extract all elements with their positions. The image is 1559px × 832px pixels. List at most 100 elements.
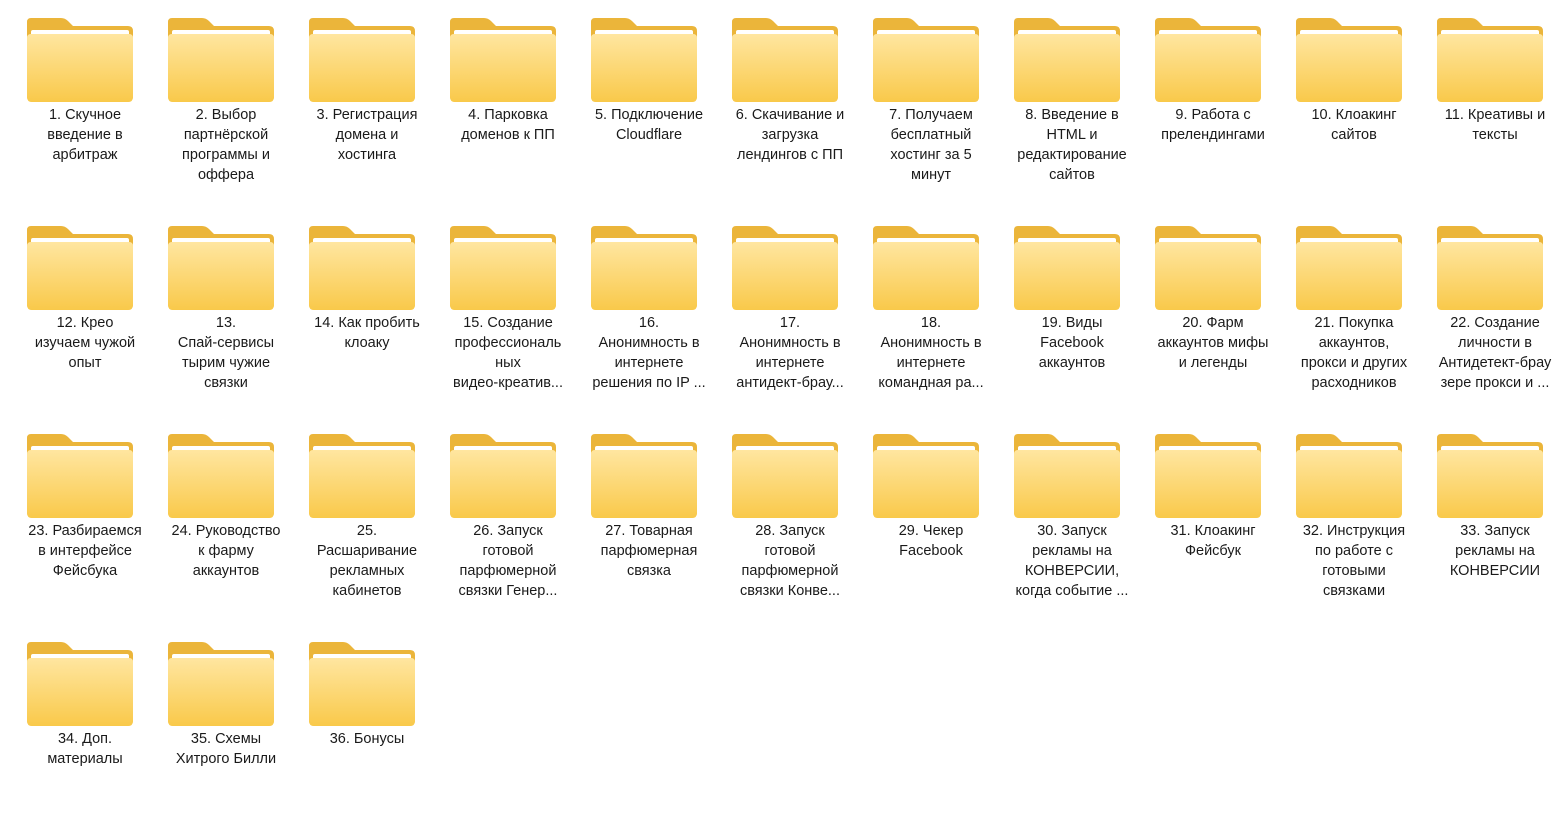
folder-icon — [873, 18, 979, 102]
folder-item-36[interactable]: 36. Бонусы — [301, 624, 442, 832]
folder-item-33[interactable]: 33. Запуск рекламы на КОНВЕРСИИ — [1429, 416, 1559, 624]
folder-item-34[interactable]: 34. Доп. материалы — [19, 624, 160, 832]
folder-item-32[interactable]: 32. Инструкция по работе с готовыми связ… — [1288, 416, 1429, 624]
folder-item-2[interactable]: 2. Выбор партнёрской программы и оффера — [160, 0, 301, 208]
folder-item-1[interactable]: 1. Скучное введение в арбитраж — [19, 0, 160, 208]
folder-item-22[interactable]: 22. Создание личности в Антидетект-брау … — [1429, 208, 1559, 416]
folder-label: 8. Введение в HTML и редактирование сайт… — [1017, 107, 1127, 183]
folder-label: 22. Создание личности в Антидетект-брау … — [1438, 315, 1552, 391]
folder-icon — [1155, 226, 1261, 310]
folder-icon — [1155, 434, 1261, 518]
folder-icon — [591, 226, 697, 310]
folder-icon — [450, 434, 556, 518]
folder-icon — [309, 642, 415, 726]
folder-icon — [309, 226, 415, 310]
folder-label: 9. Работа с прелендингами — [1161, 107, 1265, 143]
folder-icon — [1014, 226, 1120, 310]
folder-icon — [732, 226, 838, 310]
folder-icon — [1296, 18, 1402, 102]
folder-label: 7. Получаем бесплатный хостинг за 5 мину… — [889, 107, 973, 183]
folder-label: 10. Клоакинг сайтов — [1311, 107, 1397, 143]
folder-icon — [1437, 18, 1543, 102]
folder-item-5[interactable]: 5. Подключение Cloudflare — [583, 0, 724, 208]
folder-item-3[interactable]: 3. Регистрация домена и хостинга — [301, 0, 442, 208]
folder-icon — [168, 18, 274, 102]
folder-item-10[interactable]: 10. Клоакинг сайтов — [1288, 0, 1429, 208]
folder-item-29[interactable]: 29. Чекер Facebook — [865, 416, 1006, 624]
folder-icon — [1155, 18, 1261, 102]
folder-label: 24. Руководство к фарму аккаунтов — [171, 523, 281, 579]
folder-item-35[interactable]: 35. Схемы Хитрого Билли — [160, 624, 301, 832]
folder-icon — [168, 226, 274, 310]
folder-item-4[interactable]: 4. Парковка доменов к ПП — [442, 0, 583, 208]
folder-label: 17. Анонимность в интернете антидект-бра… — [736, 315, 844, 391]
folder-label: 13. Спай-сервисы тырим чужие связки — [177, 315, 275, 391]
folder-icon — [1437, 226, 1543, 310]
folder-icon — [732, 434, 838, 518]
folder-label: 14. Как пробить клоаку — [314, 315, 420, 351]
folder-item-28[interactable]: 28. Запуск готовой парфюмерной связки Ко… — [724, 416, 865, 624]
folder-label: 36. Бонусы — [329, 731, 405, 747]
folder-item-27[interactable]: 27. Товарная парфюмерная связка — [583, 416, 724, 624]
folder-item-13[interactable]: 13. Спай-сервисы тырим чужие связки — [160, 208, 301, 416]
folder-label: 32. Инструкция по работе с готовыми связ… — [1302, 523, 1406, 599]
folder-label: 29. Чекер Facebook — [898, 523, 964, 559]
folder-label: 31. Клоакинг Фейсбук — [1170, 523, 1256, 559]
folder-label: 19. Виды Facebook аккаунтов — [1038, 315, 1106, 371]
folder-label: 34. Доп. материалы — [47, 731, 123, 767]
folder-label: 6. Скачивание и загрузка лендингов с ПП — [735, 107, 845, 163]
folder-item-16[interactable]: 16. Анонимность в интернете решения по I… — [583, 208, 724, 416]
folder-icon — [1437, 434, 1543, 518]
folder-item-31[interactable]: 31. Клоакинг Фейсбук — [1147, 416, 1288, 624]
folder-item-14[interactable]: 14. Как пробить клоаку — [301, 208, 442, 416]
folder-label: 2. Выбор партнёрской программы и оффера — [182, 107, 270, 183]
folder-label: 30. Запуск рекламы на КОНВЕРСИИ, когда с… — [1015, 523, 1129, 599]
folder-icon — [873, 226, 979, 310]
folder-item-12[interactable]: 12. Крео изучаем чужой опыт — [19, 208, 160, 416]
folder-icon — [309, 18, 415, 102]
folder-label: 4. Парковка доменов к ПП — [461, 107, 555, 143]
folder-item-18[interactable]: 18. Анонимность в интернете командная ра… — [865, 208, 1006, 416]
folder-item-7[interactable]: 7. Получаем бесплатный хостинг за 5 мину… — [865, 0, 1006, 208]
folder-item-9[interactable]: 9. Работа с прелендингами — [1147, 0, 1288, 208]
folder-icon — [450, 226, 556, 310]
folder-item-24[interactable]: 24. Руководство к фарму аккаунтов — [160, 416, 301, 624]
folder-item-25[interactable]: 25. Расшаривание рекламных кабинетов — [301, 416, 442, 624]
folder-item-19[interactable]: 19. Виды Facebook аккаунтов — [1006, 208, 1147, 416]
folder-item-26[interactable]: 26. Запуск готовой парфюмерной связки Ге… — [442, 416, 583, 624]
folder-icon — [1296, 434, 1402, 518]
folder-label: 23. Разбираемся в интерфейсе Фейсбука — [28, 523, 142, 579]
folder-item-30[interactable]: 30. Запуск рекламы на КОНВЕРСИИ, когда с… — [1006, 416, 1147, 624]
folder-item-15[interactable]: 15. Создание профессиональ ных видео-кре… — [442, 208, 583, 416]
folder-item-23[interactable]: 23. Разбираемся в интерфейсе Фейсбука — [19, 416, 160, 624]
folder-icon — [27, 226, 133, 310]
folder-icon — [1014, 434, 1120, 518]
folder-label: 11. Креативы и тексты — [1444, 107, 1546, 143]
folder-icon — [168, 642, 274, 726]
folder-label: 12. Крео изучаем чужой опыт — [34, 315, 136, 371]
folder-icon — [591, 434, 697, 518]
folder-label: 28. Запуск готовой парфюмерной связки Ко… — [740, 523, 840, 599]
folder-label: 27. Товарная парфюмерная связка — [600, 523, 698, 579]
folder-icon — [591, 18, 697, 102]
folder-icon — [732, 18, 838, 102]
folder-item-6[interactable]: 6. Скачивание и загрузка лендингов с ПП — [724, 0, 865, 208]
folder-icon — [1014, 18, 1120, 102]
folder-item-21[interactable]: 21. Покупка аккаунтов, прокси и других р… — [1288, 208, 1429, 416]
folder-item-20[interactable]: 20. Фарм аккаунтов мифы и легенды — [1147, 208, 1288, 416]
folder-label: 5. Подключение Cloudflare — [594, 107, 704, 143]
folder-icon — [873, 434, 979, 518]
folder-grid: 1. Скучное введение в арбитраж 2. Выбор … — [0, 0, 1559, 793]
folder-label: 20. Фарм аккаунтов мифы и легенды — [1157, 315, 1269, 371]
folder-item-11[interactable]: 11. Креативы и тексты — [1429, 0, 1559, 208]
folder-label: 26. Запуск готовой парфюмерной связки Ге… — [458, 523, 558, 599]
folder-icon — [27, 642, 133, 726]
folder-label: 35. Схемы Хитрого Билли — [175, 731, 277, 767]
folder-item-8[interactable]: 8. Введение в HTML и редактирование сайт… — [1006, 0, 1147, 208]
folder-label: 16. Анонимность в интернете решения по I… — [592, 315, 706, 391]
folder-icon — [27, 434, 133, 518]
folder-label: 21. Покупка аккаунтов, прокси и других р… — [1300, 315, 1408, 391]
folder-item-17[interactable]: 17. Анонимность в интернете антидект-бра… — [724, 208, 865, 416]
folder-label: 15. Создание профессиональ ных видео-кре… — [453, 315, 563, 391]
folder-label: 25. Расшаривание рекламных кабинетов — [316, 523, 418, 599]
